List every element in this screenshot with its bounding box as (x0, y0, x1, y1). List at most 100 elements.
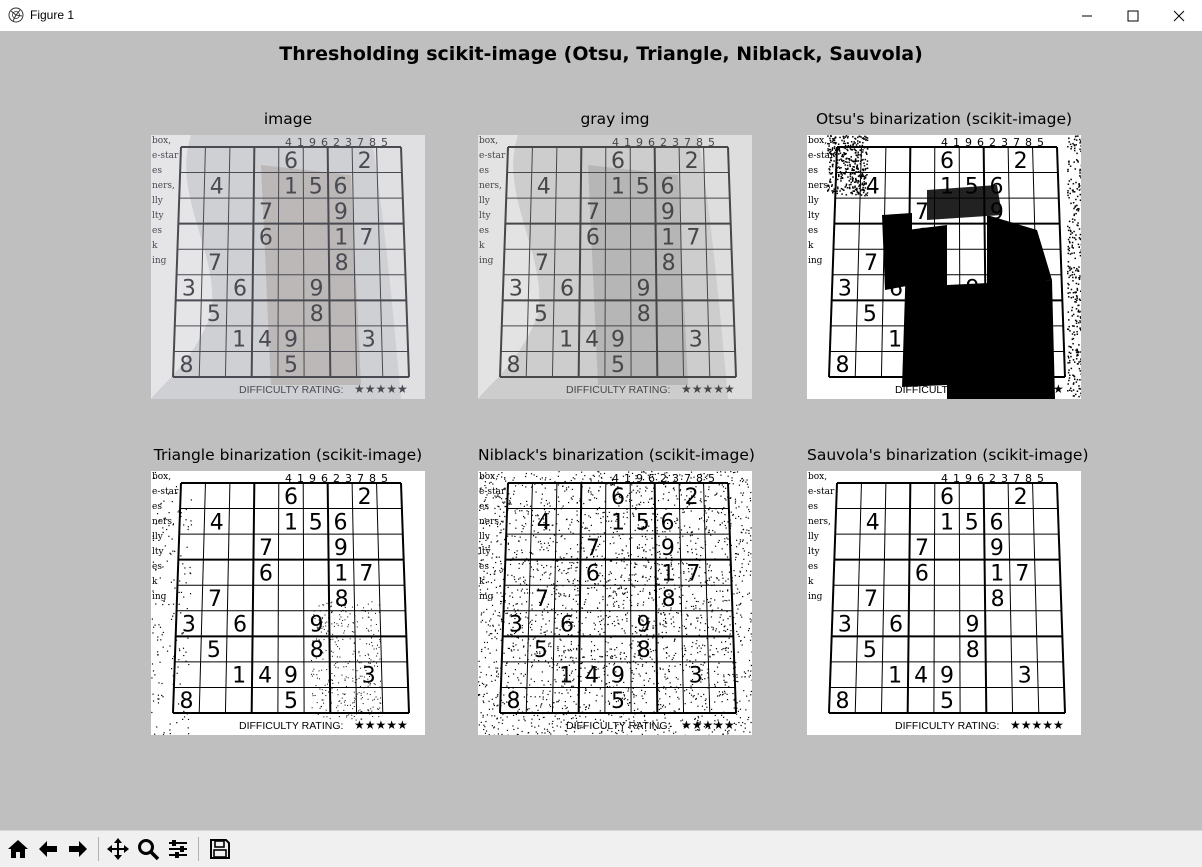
svg-text:1: 1 (559, 664, 573, 689)
svg-text:6: 6 (233, 277, 247, 302)
svg-text:★★★★★: ★★★★★ (681, 382, 735, 396)
maximize-icon (1127, 10, 1139, 22)
svg-text:2: 2 (660, 136, 667, 149)
svg-text:5: 5 (207, 302, 221, 327)
svg-text:★★★★★: ★★★★★ (354, 718, 408, 732)
svg-text:7: 7 (357, 136, 364, 149)
svg-text:5: 5 (1037, 472, 1044, 485)
svg-text:3: 3 (182, 277, 196, 302)
pan-button[interactable] (104, 834, 132, 864)
back-button[interactable] (34, 834, 62, 864)
svg-text:1: 1 (334, 225, 348, 250)
svg-text:★★★★★: ★★★★★ (354, 382, 408, 396)
svg-text:3: 3 (689, 328, 703, 353)
svg-text:1: 1 (661, 561, 675, 586)
image-panel-niblack[interactable]: 419623785box,e-staresners,llyltyesking62… (478, 471, 752, 735)
svg-text:7: 7 (1013, 472, 1020, 485)
svg-text:9: 9 (334, 536, 348, 561)
svg-text:4: 4 (537, 510, 551, 535)
svg-text:9: 9 (636, 472, 643, 485)
minimize-button[interactable] (1064, 0, 1110, 31)
save-icon (208, 837, 232, 861)
svg-text:6: 6 (648, 136, 655, 149)
svg-text:1: 1 (990, 561, 1004, 586)
svg-text:5: 5 (708, 472, 715, 485)
svg-text:6: 6 (660, 174, 674, 199)
svg-text:ners,: ners, (152, 181, 175, 191)
svg-text:3: 3 (672, 136, 679, 149)
svg-text:9: 9 (611, 328, 625, 353)
svg-text:4: 4 (258, 328, 272, 353)
svg-text:5: 5 (381, 136, 388, 149)
svg-text:k: k (479, 577, 485, 587)
svg-text:8: 8 (507, 353, 521, 378)
svg-text:5: 5 (309, 174, 323, 199)
svg-text:k: k (479, 241, 485, 251)
svg-text:4: 4 (537, 174, 551, 199)
svg-text:box,: box, (152, 472, 171, 482)
svg-text:2: 2 (989, 136, 996, 149)
close-button[interactable] (1156, 0, 1202, 31)
svg-text:7: 7 (684, 136, 691, 149)
image-panel-original[interactable]: 419623785box,e-staresners,llyltyesking62… (151, 135, 425, 399)
svg-text:9: 9 (637, 613, 651, 638)
axes-title-gray: gray img (478, 110, 752, 128)
svg-text:1: 1 (232, 328, 246, 353)
svg-text:6: 6 (889, 277, 903, 302)
svg-text:8: 8 (662, 587, 676, 612)
svg-text:8: 8 (637, 302, 651, 327)
svg-text:9: 9 (965, 136, 972, 149)
configure-subplots-button[interactable] (164, 834, 192, 864)
svg-text:1: 1 (940, 510, 954, 535)
svg-text:7: 7 (586, 200, 600, 225)
svg-text:4: 4 (285, 136, 292, 149)
svg-text:9: 9 (309, 472, 316, 485)
svg-text:ing: ing (808, 256, 823, 266)
maximize-button[interactable] (1110, 0, 1156, 31)
image-panel-triangle[interactable]: 419623785box,e-staresners,llyltyesking62… (151, 471, 425, 735)
svg-text:es: es (479, 502, 489, 512)
svg-text:6: 6 (586, 561, 600, 586)
axes-title-sauvola: Sauvola's binarization (scikit-image) (807, 446, 1081, 464)
svg-text:9: 9 (284, 328, 298, 353)
svg-text:7: 7 (686, 225, 700, 250)
svg-text:es: es (808, 226, 818, 236)
svg-text:1: 1 (559, 328, 573, 353)
svg-text:9: 9 (310, 277, 324, 302)
svg-text:3: 3 (838, 277, 852, 302)
svg-text:5: 5 (965, 510, 979, 535)
svg-text:5: 5 (636, 510, 650, 535)
image-panel-sauvola[interactable]: 419623785box,e-staresners,llyltyesking62… (807, 471, 1081, 735)
back-icon (36, 837, 60, 861)
image-panel-otsu[interactable]: 419623785box,e-staresners,llyltyesking62… (807, 135, 1081, 399)
figure-canvas[interactable]: Thresholding scikit-image (Otsu, Triangl… (0, 31, 1202, 830)
home-icon (6, 837, 30, 861)
svg-text:5: 5 (381, 472, 388, 485)
save-button[interactable] (206, 834, 234, 864)
svg-text:6: 6 (989, 174, 1003, 199)
svg-text:8: 8 (310, 302, 324, 327)
forward-icon (66, 837, 90, 861)
zoom-button[interactable] (134, 834, 162, 864)
svg-text:es: es (808, 166, 818, 176)
home-button[interactable] (4, 834, 32, 864)
sudoku-image: 419623785box,e-staresners,llyltyesking62… (151, 135, 425, 399)
forward-button[interactable] (64, 834, 92, 864)
svg-text:7: 7 (864, 251, 878, 276)
svg-text:5: 5 (534, 638, 548, 663)
svg-text:7: 7 (1015, 225, 1029, 250)
svg-text:6: 6 (284, 485, 298, 510)
svg-text:6: 6 (233, 613, 247, 638)
svg-text:2: 2 (685, 149, 699, 174)
svg-text:★★★★★: ★★★★★ (1010, 718, 1064, 732)
svg-text:5: 5 (611, 353, 625, 378)
svg-text:3: 3 (672, 472, 679, 485)
svg-text:6: 6 (259, 561, 273, 586)
svg-text:1: 1 (953, 472, 960, 485)
image-panel-gray[interactable]: 419623785box,e-staresners,llyltyesking62… (478, 135, 752, 399)
svg-text:e-star: e-star (152, 487, 179, 497)
svg-text:7: 7 (208, 587, 222, 612)
svg-text:8: 8 (369, 472, 376, 485)
toolbar-separator (98, 837, 99, 861)
svg-text:8: 8 (696, 472, 703, 485)
